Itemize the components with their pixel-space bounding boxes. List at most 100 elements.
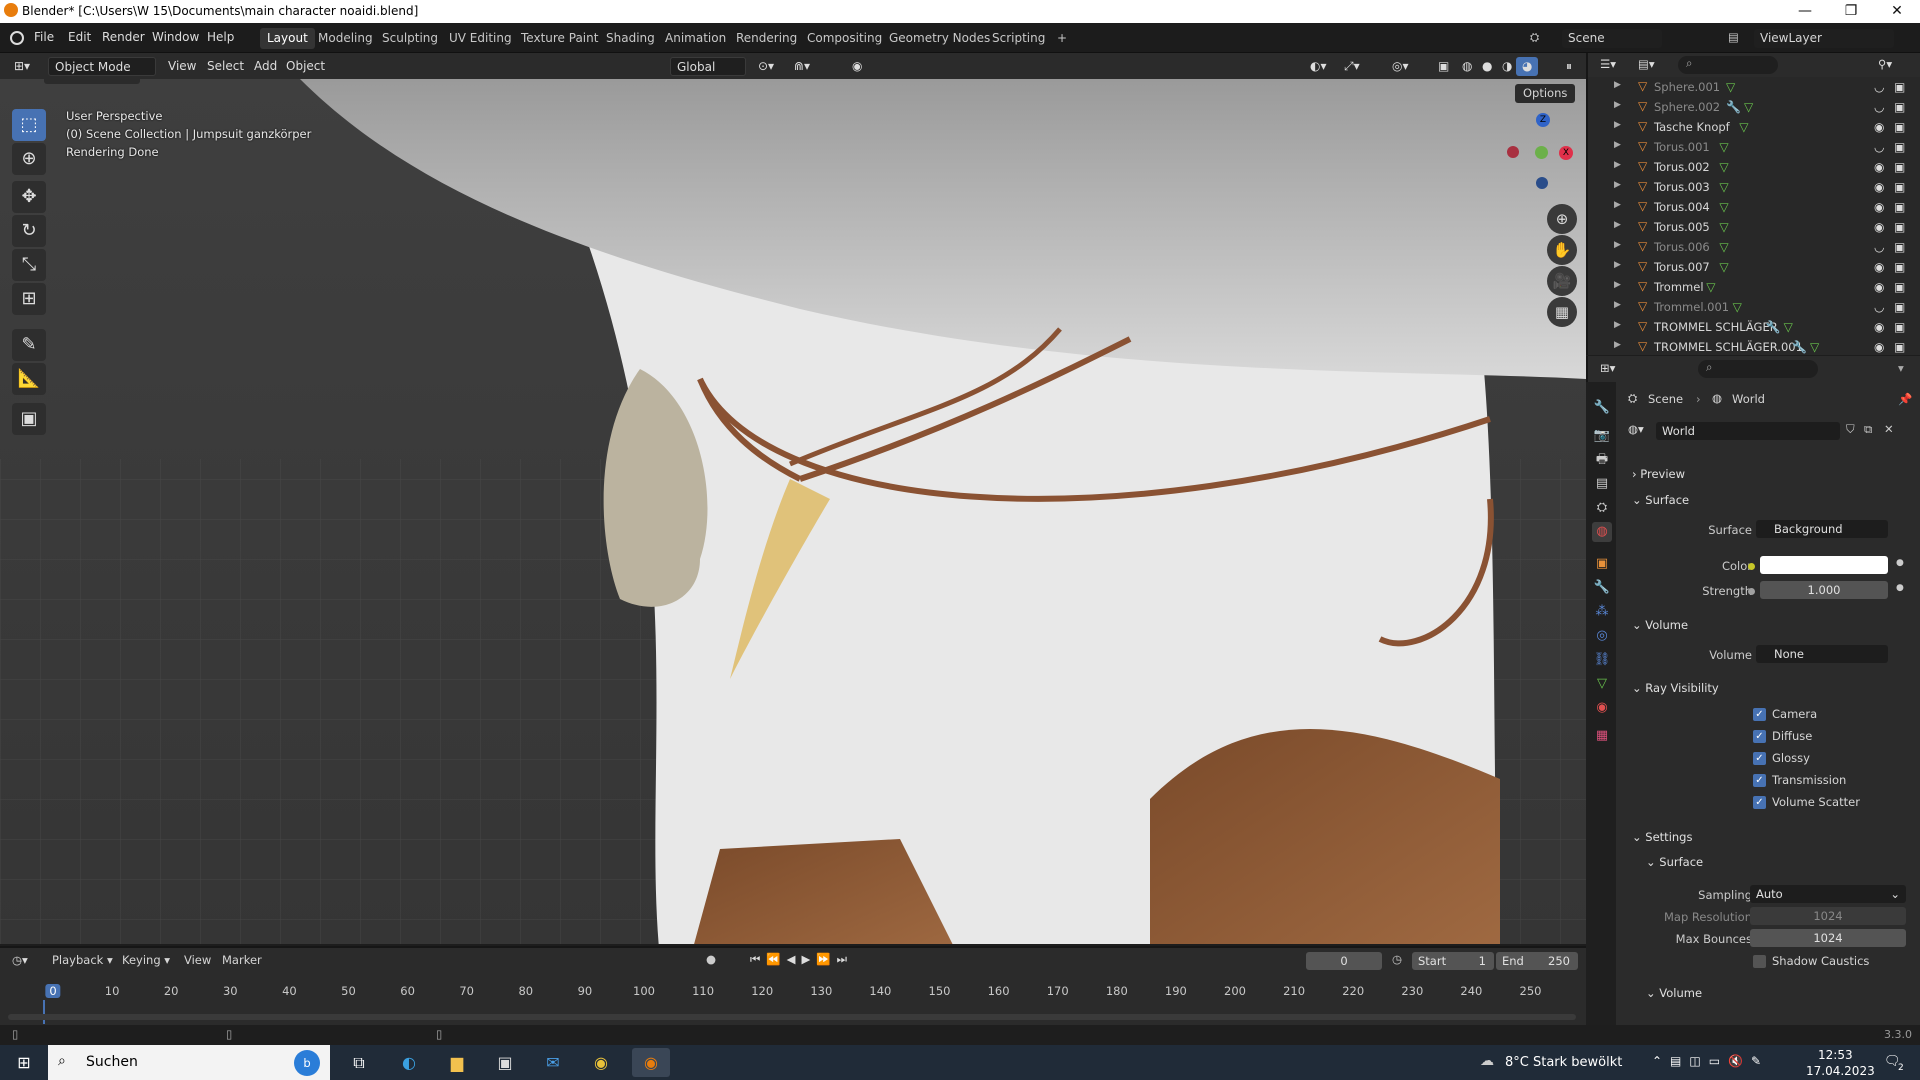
outliner-row[interactable]: ▶ ▽ Torus.002 ▽ ◉ ▣ [1588, 157, 1920, 177]
mesh-data-icon[interactable]: ▽ [1719, 200, 1728, 214]
measure-tool-icon[interactable]: 📐 [12, 363, 46, 395]
mesh-data-icon[interactable]: ▽ [1719, 180, 1728, 194]
eye-icon[interactable]: ◉ [1874, 320, 1884, 334]
edge-icon[interactable]: ◐ [390, 1048, 428, 1077]
texture-tab-icon[interactable]: ▦ [1592, 726, 1612, 746]
annotate-tool-icon[interactable]: ✎ [12, 329, 46, 361]
mesh-data-icon[interactable]: ▽ [1719, 140, 1728, 154]
properties-search-input[interactable]: ⌕ [1698, 360, 1818, 378]
outliner-row[interactable]: ▶ ▽ Torus.005 ▽ ◉ ▣ [1588, 217, 1920, 237]
navigation-gizmo[interactable]: Z X [1490, 109, 1576, 195]
transform-orientation-selector[interactable]: Global [670, 57, 746, 76]
world-datablock[interactable]: ◍▾ World ⛉ ⧉ ✕ [1628, 421, 1918, 441]
expand-arrow-icon[interactable]: ▶ [1614, 240, 1621, 250]
render-camera-icon[interactable]: ▣ [1894, 200, 1905, 214]
outliner-row[interactable]: ▶ ▽ Torus.004 ▽ ◉ ▣ [1588, 197, 1920, 217]
outliner-row[interactable]: ▶ ▽ Sphere.001 ▽ ◡ ▣ [1588, 77, 1920, 97]
zoom-icon[interactable]: ⊕ [1547, 204, 1577, 234]
outliner-editor-type-icon[interactable]: ☰▾ [1600, 57, 1616, 71]
scene-tab-icon[interactable]: ⛭ [1592, 498, 1612, 518]
modifier-icon[interactable]: 🔧 [1792, 340, 1807, 354]
outliner-item-name[interactable]: Torus.003 [1654, 180, 1710, 194]
expand-arrow-icon[interactable]: ▶ [1614, 100, 1621, 110]
eye-closed-icon[interactable]: ◡ [1874, 300, 1884, 314]
unlink-icon[interactable]: ✕ [1884, 422, 1894, 436]
outliner-row[interactable]: ▶ ▽ TROMMEL SCHLÄGER.001 🔧 ▽ ◉ ▣ [1588, 337, 1920, 357]
gizmo-neg-z-axis[interactable] [1536, 177, 1548, 189]
eye-icon[interactable]: ◉ [1874, 120, 1884, 134]
data-tab-icon[interactable]: ▽ [1592, 674, 1612, 694]
outliner-item-name[interactable]: Torus.001 [1654, 140, 1710, 154]
breadcrumb-scene[interactable]: Scene [1648, 392, 1683, 406]
render-camera-icon[interactable]: ▣ [1894, 160, 1905, 174]
outliner-item-name[interactable]: TROMMEL SCHLÄGER [1654, 320, 1778, 334]
mesh-data-icon[interactable]: ▽ [1706, 280, 1715, 294]
menu-window[interactable]: Window [152, 30, 199, 44]
bing-icon[interactable]: b [294, 1050, 320, 1076]
close-button[interactable]: ✕ [1874, 0, 1920, 23]
settings-volume-toggle[interactable]: ⌄ Volume [1646, 986, 1702, 1000]
outliner-item-name[interactable]: Torus.005 [1654, 220, 1710, 234]
expand-arrow-icon[interactable]: ▶ [1614, 140, 1621, 150]
xray-icon[interactable]: ▣ [1432, 57, 1455, 76]
add-cube-tool-icon[interactable]: ▣ [12, 403, 46, 435]
eye-icon[interactable]: ◉ [1874, 280, 1884, 294]
overlays-icon[interactable]: ◎▾ [1386, 57, 1415, 76]
expand-arrow-icon[interactable]: ▶ [1614, 180, 1621, 190]
mesh-data-icon[interactable]: ▽ [1810, 340, 1819, 354]
gizmo-z-axis[interactable]: Z [1536, 113, 1550, 127]
ray-visibility-item[interactable]: ✓ Transmission [1748, 772, 1908, 790]
pause-render-icon[interactable]: ⏸ [1560, 57, 1578, 76]
menu-help[interactable]: Help [207, 30, 234, 44]
blender-taskbar-icon[interactable]: ◉ [632, 1048, 670, 1077]
outliner-row[interactable]: ▶ ▽ Tasche Knopf ▽ ◉ ▣ [1588, 117, 1920, 137]
tab-texture-paint[interactable]: Texture Paint [514, 28, 605, 49]
weather-text[interactable]: 8°C Stark bewölkt [1505, 1055, 1622, 1070]
gizmo-neg-x-axis[interactable] [1507, 146, 1519, 158]
expand-arrow-icon[interactable]: ▶ [1614, 120, 1621, 130]
outliner-item-name[interactable]: Sphere.002 [1654, 100, 1720, 114]
visibility-icon[interactable]: ◐▾ [1304, 57, 1333, 76]
gizmo-toggle-icon[interactable]: ⤢▾ [1338, 57, 1366, 76]
snapping-icon[interactable]: ⋒▾ [788, 57, 816, 76]
render-tab-icon[interactable]: 📷 [1592, 426, 1612, 446]
eye-icon[interactable]: ◉ [1874, 260, 1884, 274]
expand-arrow-icon[interactable]: ▶ [1614, 260, 1621, 270]
blender-menu-icon[interactable] [10, 31, 24, 45]
outliner-item-name[interactable]: Torus.002 [1654, 160, 1710, 174]
outliner-row[interactable]: ▶ ▽ Trommel.001 ▽ ◡ ▣ [1588, 297, 1920, 317]
surface-section-toggle[interactable]: ⌄ Surface [1632, 493, 1689, 507]
max-bounces-field[interactable]: 1024 [1750, 929, 1906, 947]
store-icon[interactable]: ▣ [486, 1048, 524, 1077]
weather-icon[interactable]: ☁ [1480, 1053, 1494, 1069]
properties-options-icon[interactable]: ▾ [1898, 361, 1904, 375]
selection-mode-buttons[interactable] [44, 79, 140, 84]
render-camera-icon[interactable]: ▣ [1894, 320, 1905, 334]
ray-visibility-checkbox[interactable]: ✓ [1753, 752, 1766, 765]
eye-closed-icon[interactable]: ◡ [1874, 100, 1884, 114]
outliner-item-name[interactable]: Sphere.001 [1654, 80, 1720, 94]
world-tab-icon[interactable]: ◍ [1592, 522, 1612, 542]
render-camera-icon[interactable]: ▣ [1894, 240, 1905, 254]
sampling-selector[interactable]: Auto ⌄ [1750, 885, 1906, 903]
volume-section-toggle[interactable]: ⌄ Volume [1632, 618, 1688, 632]
clock-time[interactable]: 12:53 [1818, 1048, 1853, 1062]
viewport-menu-view[interactable]: View [162, 57, 202, 76]
volume-shader-selector[interactable]: None [1756, 645, 1888, 663]
render-camera-icon[interactable]: ▣ [1894, 120, 1905, 134]
scale-tool-icon[interactable]: ⤡ [12, 249, 46, 281]
physics-tab-icon[interactable]: ◎ [1592, 626, 1612, 646]
expand-arrow-icon[interactable]: ▶ [1614, 300, 1621, 310]
mesh-data-icon[interactable]: ▽ [1719, 240, 1728, 254]
mesh-data-icon[interactable]: ▽ [1719, 260, 1728, 274]
expand-arrow-icon[interactable]: ▶ [1614, 160, 1621, 170]
tab-rendering[interactable]: Rendering [729, 28, 804, 49]
maximize-button[interactable]: ❐ [1828, 0, 1874, 23]
mesh-data-icon[interactable]: ▽ [1719, 160, 1728, 174]
render-camera-icon[interactable]: ▣ [1894, 300, 1905, 314]
render-camera-icon[interactable]: ▣ [1894, 80, 1905, 94]
settings-section-toggle[interactable]: ⌄ Settings [1632, 830, 1692, 844]
mesh-data-icon[interactable]: ▽ [1784, 320, 1793, 334]
settings-surface-toggle[interactable]: ⌄ Surface [1646, 855, 1703, 869]
eye-icon[interactable]: ◉ [1874, 160, 1884, 174]
